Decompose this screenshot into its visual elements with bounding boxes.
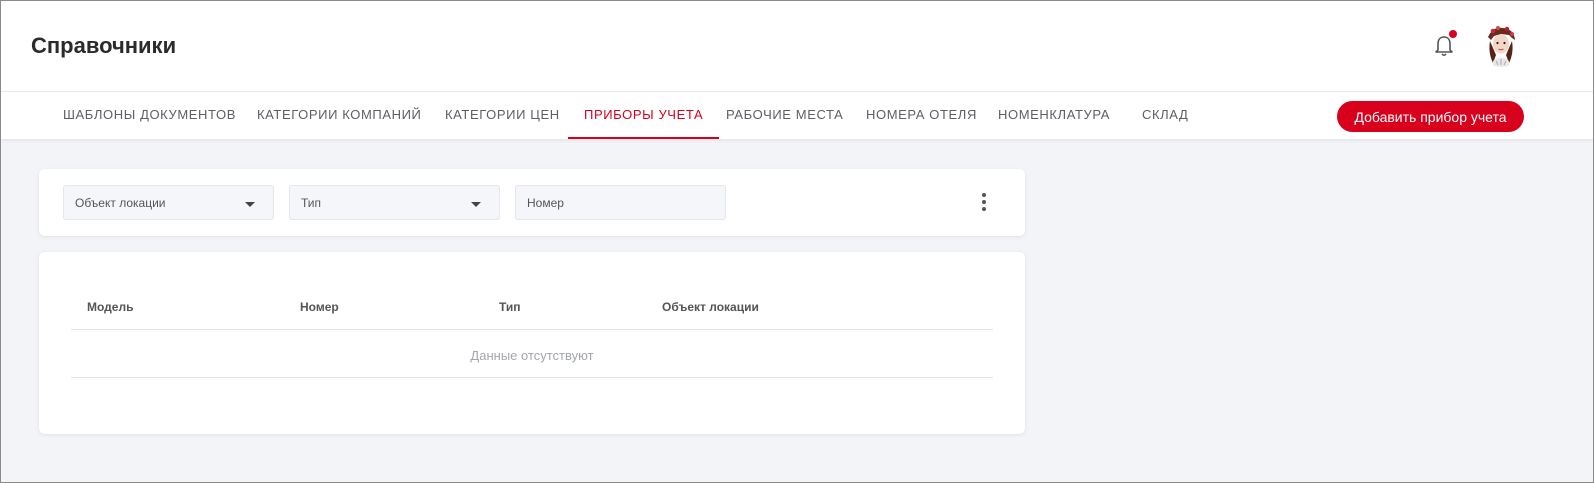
tab-price-categories[interactable]: КАТЕГОРИИ ЦЕН (445, 92, 560, 139)
table-bottom-divider (71, 377, 993, 378)
app-window: Справочники ШАБЛОНЫ ДОКУМЕНТОВ КАТЕГОРИИ… (0, 0, 1594, 483)
kebab-dot (982, 200, 986, 204)
tab-hotel-rooms[interactable]: НОМЕРА ОТЕЛЯ (866, 92, 977, 139)
type-select-placeholder: Тип (301, 196, 322, 210)
filter-panel: Объект локации Тип (39, 169, 1025, 236)
chevron-down-icon (245, 202, 255, 207)
page-title: Справочники (31, 33, 177, 58)
column-header-location[interactable]: Объект локации (662, 300, 759, 314)
kebab-dot (982, 193, 986, 197)
tab-company-categories[interactable]: КАТЕГОРИИ КОМПАНИЙ (257, 92, 422, 139)
avatar-image (1479, 23, 1523, 67)
avatar[interactable] (1479, 23, 1523, 67)
header: Справочники (1, 1, 1593, 91)
type-select[interactable]: Тип (289, 185, 500, 220)
empty-state-text: Данные отсутствуют (470, 348, 594, 363)
tab-workplaces[interactable]: РАБОЧИЕ МЕСТА (726, 92, 843, 139)
bell-icon[interactable] (1431, 30, 1457, 59)
tab-warehouse[interactable]: СКЛАД (1142, 92, 1188, 139)
devices-table: Модель Номер Тип Объект локации Данные о… (39, 252, 1025, 434)
location-select[interactable]: Объект локации (63, 185, 274, 220)
column-header-model[interactable]: Модель (87, 300, 133, 314)
tab-metering-devices[interactable]: ПРИБОРЫ УЧЕТА (567, 92, 720, 139)
more-options-icon[interactable] (977, 191, 991, 213)
column-header-type[interactable]: Тип (499, 300, 521, 314)
header-divider (71, 329, 993, 330)
kebab-dot (982, 207, 986, 211)
tab-bar: ШАБЛОНЫ ДОКУМЕНТОВ КАТЕГОРИИ КОМПАНИЙ КА… (1, 91, 1593, 139)
chevron-down-icon (471, 202, 481, 207)
add-device-button[interactable]: Добавить прибор учета (1337, 101, 1524, 132)
number-input[interactable] (516, 186, 725, 219)
tab-nomenclature[interactable]: НОМЕНКЛАТУРА (998, 92, 1110, 139)
location-select-placeholder: Объект локации (75, 196, 166, 210)
number-field (515, 185, 726, 220)
column-header-number[interactable]: Номер (300, 300, 339, 314)
notification-dot (1449, 30, 1457, 38)
tab-document-templates[interactable]: ШАБЛОНЫ ДОКУМЕНТОВ (63, 92, 236, 139)
